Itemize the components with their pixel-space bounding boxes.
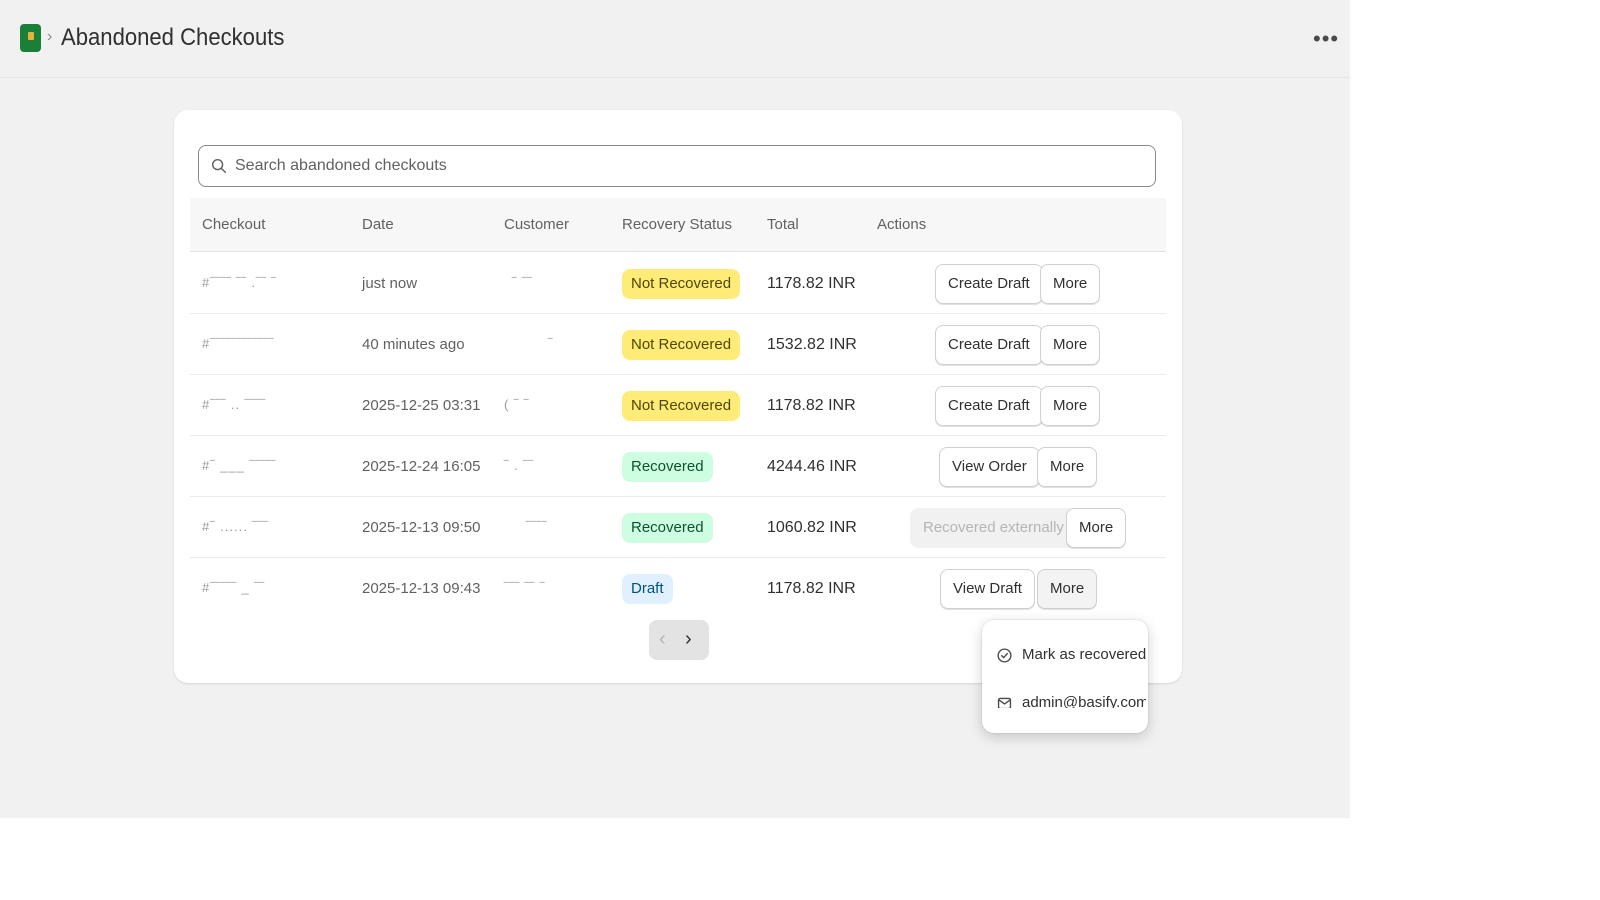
checkout-total: 4244.46 INR <box>767 458 857 475</box>
app-area: › Abandoned Checkouts ••• Checkout Date … <box>0 0 1350 818</box>
checkout-total: 1178.82 INR <box>767 397 856 414</box>
customer-name: ‾ <box>548 336 554 351</box>
email-menu-item[interactable]: admin@basify.com <box>996 694 1146 708</box>
checkout-total: 1532.82 INR <box>767 336 857 353</box>
checkout-date: 40 minutes ago <box>362 336 465 353</box>
column-header-checkout[interactable]: Checkout <box>202 216 265 233</box>
menu-item-label: Mark as recovered <box>1022 646 1147 663</box>
customer-name: ( ‾ ‾ <box>504 397 530 412</box>
more-button[interactable]: More <box>1040 386 1101 426</box>
view-order-button[interactable]: View Order <box>939 447 1040 487</box>
checkout-date: 2025-12-13 09:50 <box>362 519 481 536</box>
status-badge: Not Recovered <box>622 391 741 421</box>
checkouts-card: Checkout Date Customer Recovery Status T… <box>174 110 1182 683</box>
previous-page-icon: ‹ <box>659 628 666 650</box>
checkout-id[interactable]: #‾‾‾ .. ‾‾‾‾ <box>202 397 266 412</box>
search-input[interactable] <box>235 146 1145 186</box>
more-button[interactable]: More <box>1066 508 1127 548</box>
column-header-date[interactable]: Date <box>362 216 394 233</box>
search-icon <box>211 158 227 174</box>
breadcrumb-separator: › <box>47 28 53 45</box>
menu-item-label: admin@basify.com <box>1022 694 1146 708</box>
check-circle-icon <box>997 648 1012 663</box>
customer-name: ‾ ‾‾ <box>512 275 533 290</box>
table-row[interactable]: #‾‾‾‾‾‾‾‾‾‾‾‾ 40 minutes ago ‾ Not Recov… <box>190 314 1166 375</box>
checkout-id[interactable]: #‾ ...... ‾‾‾ <box>202 519 268 534</box>
checkout-total: 1060.82 INR <box>767 519 857 536</box>
checkout-total: 1178.82 INR <box>767 580 856 597</box>
customer-name: ‾‾‾ ‾‾ ‾ <box>504 580 546 595</box>
checkout-date: 2025-12-25 03:31 <box>362 397 481 414</box>
checkout-id[interactable]: #‾‾‾‾‾ _ ‾‾ <box>202 580 265 595</box>
create-draft-button[interactable]: Create Draft <box>935 325 1043 365</box>
checkout-date: 2025-12-13 09:43 <box>362 580 481 597</box>
status-badge: Recovered <box>622 513 713 543</box>
column-header-actions: Actions <box>877 216 927 233</box>
checkout-id[interactable]: #‾ ___ ‾‾‾‾‾ <box>202 458 276 473</box>
column-header-recovery-status[interactable]: Recovery Status <box>622 216 732 233</box>
checkout-id[interactable]: #‾‾‾‾‾‾‾‾‾‾‾‾ <box>202 336 274 351</box>
customer-name: ‾ . ‾‾ <box>504 458 534 473</box>
create-draft-button[interactable]: Create Draft <box>935 264 1043 304</box>
more-actions-icon[interactable]: ••• <box>1313 26 1339 52</box>
table-row[interactable]: #‾‾‾‾‾ _ ‾‾ 2025-12-13 09:43 ‾‾‾ ‾‾ ‾ Dr… <box>190 558 1166 619</box>
create-draft-button[interactable]: Create Draft <box>935 386 1043 426</box>
table-header: Checkout Date Customer Recovery Status T… <box>190 198 1166 252</box>
page-title: Abandoned Checkouts <box>61 24 285 51</box>
pagination: ‹ › <box>649 620 709 660</box>
more-button[interactable]: More <box>1040 264 1101 304</box>
status-badge: Draft <box>622 574 673 604</box>
search-box[interactable] <box>198 145 1156 187</box>
app-logo-icon[interactable] <box>20 24 41 52</box>
table-row[interactable]: #‾‾‾ .. ‾‾‾‾ 2025-12-25 03:31 ( ‾ ‾ Not … <box>190 375 1166 436</box>
checkout-total: 1178.82 INR <box>767 275 856 292</box>
email-icon <box>997 697 1012 708</box>
column-header-total[interactable]: Total <box>767 216 799 233</box>
more-actions-popover: Mark as recovered admin@basify.com <box>982 620 1148 733</box>
status-badge: Recovered <box>622 452 713 482</box>
next-page-icon[interactable]: › <box>685 628 692 651</box>
status-badge: Not Recovered <box>622 330 741 360</box>
customer-name: ‾‾‾‾ <box>526 519 548 534</box>
table-row[interactable]: #‾ ___ ‾‾‾‾‾ 2025-12-24 16:05 ‾ . ‾‾ Rec… <box>190 436 1166 497</box>
table-row[interactable]: #‾‾‾‾ ‾‾ .‾‾ ‾ just now ‾ ‾‾ Not Recover… <box>190 253 1166 314</box>
top-bar: › Abandoned Checkouts ••• <box>0 0 1350 78</box>
more-button[interactable]: More <box>1037 569 1098 609</box>
checkout-date: 2025-12-24 16:05 <box>362 458 481 475</box>
more-button[interactable]: More <box>1040 325 1101 365</box>
view-draft-button[interactable]: View Draft <box>940 569 1035 609</box>
table-row[interactable]: #‾ ...... ‾‾‾ 2025-12-13 09:50 ‾‾‾‾ Reco… <box>190 497 1166 558</box>
checkout-id[interactable]: #‾‾‾‾ ‾‾ .‾‾ ‾ <box>202 275 277 290</box>
column-header-customer[interactable]: Customer <box>504 216 569 233</box>
more-button[interactable]: More <box>1037 447 1098 487</box>
status-badge: Not Recovered <box>622 269 741 299</box>
checkout-date: just now <box>362 275 418 292</box>
recovered-externally-button: Recovered externally <box>910 508 1077 548</box>
